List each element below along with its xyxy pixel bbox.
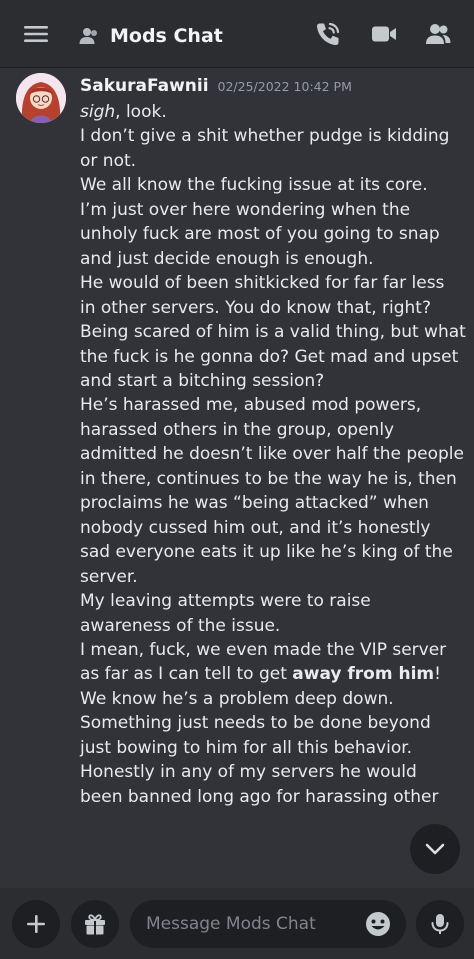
message-line: My leaving attempts were to raise [80,591,371,612]
message-line: He would of been shitkicked for far far … [80,273,445,294]
message-line: I don’t give a shit whether pudge is kid… [80,126,450,147]
members-icon[interactable] [424,20,452,48]
avatar[interactable] [16,73,66,123]
message-content: sigh, look. I don’t give a shit whether … [80,100,472,809]
message-line: or not. [80,150,137,171]
message-line: proclaims he was “being attacked” when [80,493,429,514]
message-line: the fuck is he gonna do? Get mad and ups… [80,346,459,367]
channel-title-group[interactable]: Mods Chat [78,22,223,50]
message-author[interactable]: SakuraFawnii [80,76,209,96]
message-line: as far as I can tell to get away from hi… [80,662,472,686]
message-line: in there, continues to be the way he is,… [80,468,457,489]
message-header: SakuraFawnii 02/25/2022 10:42 PM [80,76,352,96]
chevron-down-icon [425,843,445,855]
plus-icon [27,915,45,933]
message-line: and just decide enough is enough. [80,248,374,269]
emoji-icon[interactable] [364,910,392,938]
message-timestamp: 02/25/2022 10:42 PM [217,79,352,94]
message-line: He’s harassed me, abused mod powers, [80,395,422,416]
message-line: I’m just over here wondering when the [80,199,411,220]
microphone-icon [431,914,449,934]
message-line: sigh, look. [80,100,472,124]
message-line: We know he’s a problem deep down. [80,688,394,709]
jump-to-present-button[interactable] [410,824,460,874]
message-line: and start a bitching session? [80,370,325,391]
message-line: harassed others in the group, openly [80,419,395,440]
channel-title: Mods Chat [110,25,223,47]
message-line: admitted he doesn’t like over half the p… [80,444,464,465]
channel-header: Mods Chat [0,0,474,68]
message-line: awareness of the issue. [80,615,281,636]
message-line: We all know the fucking issue at its cor… [80,175,428,196]
italic-text: sigh [80,102,116,122]
voice-call-icon[interactable] [314,20,342,48]
hamburger-menu-icon[interactable] [22,20,50,48]
message-line: Being scared of him is a valid thing, bu… [80,322,466,343]
text-span: , look. [115,102,167,122]
message-line: been banned long ago for harassing other [80,786,439,807]
message-line: in other servers. You do know that, righ… [80,297,431,318]
chat-message[interactable]: SakuraFawnii 02/25/2022 10:42 PM sigh, l… [0,68,474,888]
text-span: as far as I can tell to get [80,664,293,685]
message-line: I mean, fuck, we even made the VIP serve… [80,639,447,660]
message-line: sad everyone eats it up like he’s king o… [80,542,453,563]
message-line: Honestly in any of my servers he would [80,762,417,783]
voice-message-button[interactable] [416,900,464,948]
message-line: unholy fuck are most of you going to sna… [80,224,440,245]
message-line: just bowing to him for all this behavior… [80,737,413,758]
message-line: Something just needs to be done beyond [80,713,431,734]
message-line: nobody cussed him out, and it’s honestly [80,517,431,538]
video-call-icon[interactable] [370,20,398,48]
message-line: server. [80,566,138,587]
gift-icon [85,914,105,935]
member-icon [79,28,97,44]
gift-button[interactable] [71,900,119,948]
add-attachment-button[interactable] [12,900,60,948]
avatar-image [16,73,66,123]
bold-text: away from him [292,664,435,685]
text-span: ! [434,664,441,685]
composer-bar [0,888,474,959]
